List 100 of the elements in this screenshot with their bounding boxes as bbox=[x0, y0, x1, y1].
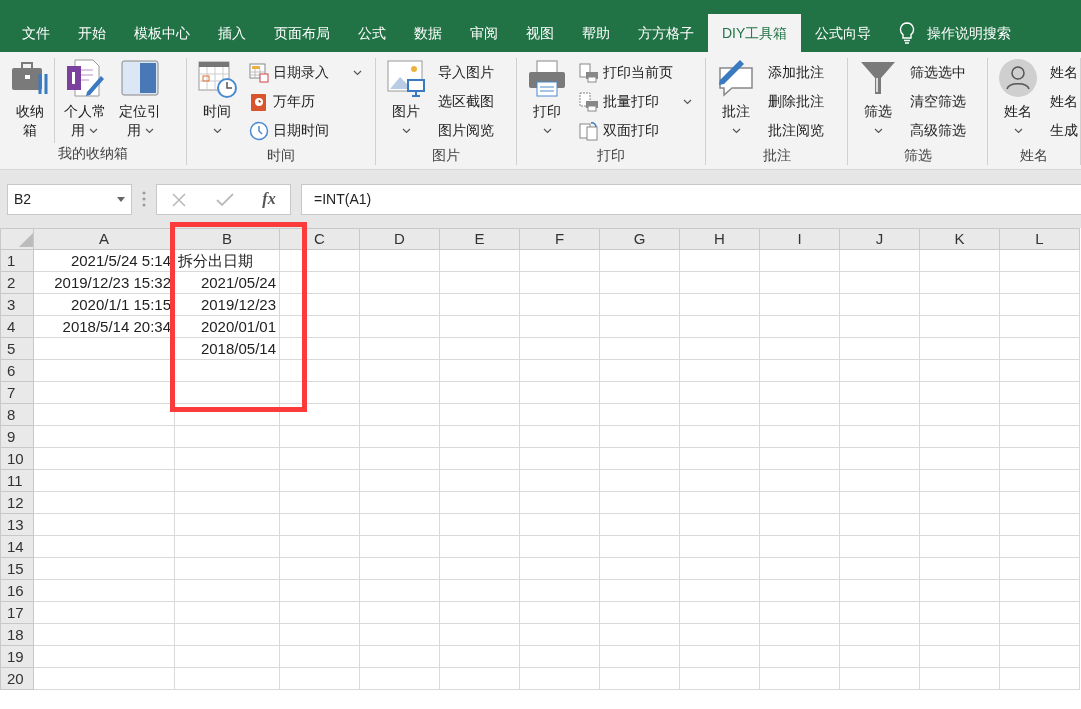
row-header[interactable]: 5 bbox=[0, 337, 34, 360]
ribbon-button[interactable]: 收纳箱 bbox=[6, 58, 55, 143]
ribbon-button[interactable]: 姓名 bbox=[1046, 58, 1081, 87]
calendar-grid-icon bbox=[249, 62, 269, 83]
ribbon-button[interactable]: 打印当前页 bbox=[575, 58, 696, 87]
row-header[interactable]: 2 bbox=[0, 271, 34, 294]
ribbon-button[interactable]: 姓名 bbox=[1046, 87, 1081, 116]
row-header[interactable]: 14 bbox=[0, 535, 34, 558]
printer-page-icon bbox=[579, 91, 599, 112]
ribbon-button[interactable]: 选区截图 bbox=[434, 87, 498, 116]
column-header[interactable]: H bbox=[679, 228, 760, 250]
caret-icon bbox=[873, 128, 883, 135]
formula-field[interactable]: =INT(A1) bbox=[301, 183, 1081, 215]
double-page-icon bbox=[579, 120, 599, 141]
ribbon-tab[interactable]: 模板中心 bbox=[120, 14, 204, 52]
ribbon-tab[interactable]: 公式向导 bbox=[801, 14, 886, 52]
ribbon-tab[interactable]: 文件 bbox=[8, 14, 64, 52]
column-header[interactable]: J bbox=[839, 228, 920, 250]
ribbon-button[interactable]: 姓名 bbox=[994, 58, 1042, 145]
column-header[interactable]: G bbox=[599, 228, 680, 250]
row-header[interactable]: 10 bbox=[0, 447, 34, 470]
close-icon bbox=[171, 191, 188, 208]
row-header[interactable]: 20 bbox=[0, 667, 34, 690]
row-header[interactable]: 11 bbox=[0, 469, 34, 492]
ribbon-button[interactable]: 图片阅览 bbox=[434, 116, 498, 145]
column-header[interactable]: L bbox=[999, 228, 1080, 250]
group-label: 我的收纳箱 bbox=[57, 144, 129, 163]
column-header[interactable]: I bbox=[759, 228, 840, 250]
calendar-clock-icon bbox=[197, 58, 237, 98]
group-label: 批注 bbox=[761, 146, 792, 165]
comment-pencil-icon bbox=[716, 58, 756, 98]
ribbon-button[interactable]: 个人常用 bbox=[59, 58, 111, 143]
row-header[interactable]: 6 bbox=[0, 359, 34, 382]
ribbon-tab[interactable]: 审阅 bbox=[456, 14, 512, 52]
ribbon-tab[interactable]: 页面布局 bbox=[260, 14, 344, 52]
ribbon-button[interactable]: 万年历 bbox=[245, 87, 366, 116]
row-header[interactable]: 1 bbox=[0, 249, 34, 272]
ribbon-button[interactable]: 添加批注 bbox=[764, 58, 828, 87]
column-header[interactable]: B bbox=[174, 228, 280, 250]
row-header[interactable]: 19 bbox=[0, 645, 34, 668]
cell-text: 拆分出日期 bbox=[174, 249, 280, 272]
row-header[interactable]: 9 bbox=[0, 425, 34, 448]
ribbon-tab[interactable]: 帮助 bbox=[568, 14, 624, 52]
row-header[interactable]: 12 bbox=[0, 491, 34, 514]
lightbulb-icon bbox=[899, 22, 916, 44]
ribbon-button[interactable]: 图片 bbox=[382, 58, 430, 145]
row-header[interactable]: 16 bbox=[0, 579, 34, 602]
row-header[interactable]: 17 bbox=[0, 601, 34, 624]
caret-icon bbox=[401, 128, 411, 135]
caret-icon bbox=[353, 70, 362, 77]
ribbon-tab[interactable]: 视图 bbox=[512, 14, 568, 52]
ribbon-button[interactable]: 高级筛选 bbox=[906, 116, 970, 145]
group-label: 打印 bbox=[596, 146, 626, 165]
search-label[interactable]: 操作说明搜索 bbox=[927, 22, 1012, 44]
ribbon-button[interactable]: 生成 bbox=[1046, 116, 1081, 145]
ribbon-tab[interactable]: 开始 bbox=[64, 14, 120, 52]
row-header[interactable]: 18 bbox=[0, 623, 34, 646]
ribbon-button[interactable]: 定位引用 bbox=[114, 58, 166, 143]
dropdown-arrow-icon bbox=[117, 196, 125, 202]
caret-icon bbox=[144, 128, 154, 135]
column-header[interactable]: K bbox=[919, 228, 1000, 250]
ribbon-button[interactable]: 筛选选中 bbox=[906, 58, 970, 87]
ribbon-button[interactable]: 时间 bbox=[193, 58, 241, 145]
ribbon-tab[interactable]: 数据 bbox=[400, 14, 456, 52]
ribbon-button[interactable]: 批量打印 bbox=[575, 87, 696, 116]
group-label: 图片 bbox=[431, 146, 461, 165]
ribbon-button[interactable]: 双面打印 bbox=[575, 116, 696, 145]
ribbon-tab[interactable]: 方方格子 bbox=[624, 14, 708, 52]
ribbon-button[interactable]: 删除批注 bbox=[764, 87, 828, 116]
insert-function-button[interactable]: fx bbox=[262, 187, 276, 211]
ribbon-button[interactable]: 批注 bbox=[712, 58, 760, 145]
ribbon-button[interactable]: 清空筛选 bbox=[906, 87, 970, 116]
column-header[interactable]: F bbox=[519, 228, 600, 250]
cell-text: 2018/05/14 bbox=[174, 337, 280, 360]
ribbon-button[interactable]: 导入图片 bbox=[434, 58, 498, 87]
book-icon bbox=[249, 91, 269, 112]
picture-icon bbox=[386, 58, 426, 98]
ribbon-tab[interactable]: DIY工具箱 bbox=[708, 14, 802, 52]
ribbon-button[interactable]: 日期时间 bbox=[245, 116, 366, 145]
column-header[interactable]: C bbox=[279, 228, 360, 250]
ribbon-button[interactable]: 打印 bbox=[523, 58, 571, 145]
document-pencil-icon bbox=[64, 58, 105, 98]
split-panel-icon bbox=[120, 58, 161, 98]
ribbon-button[interactable]: 筛选 bbox=[854, 58, 902, 145]
ribbon-button[interactable]: 批注阅览 bbox=[764, 116, 828, 145]
column-header[interactable]: D bbox=[359, 228, 440, 250]
row-header[interactable]: 15 bbox=[0, 557, 34, 580]
ribbon-tab[interactable]: 插入 bbox=[204, 14, 260, 52]
ribbon-button[interactable]: 日期录入 bbox=[245, 58, 366, 87]
row-header[interactable]: 8 bbox=[0, 403, 34, 426]
column-header[interactable]: E bbox=[439, 228, 520, 250]
ribbon-tab[interactable]: 公式 bbox=[344, 14, 400, 52]
person-avatar-icon bbox=[998, 58, 1038, 98]
row-header[interactable]: 4 bbox=[0, 315, 34, 338]
name-box[interactable]: B2 bbox=[7, 183, 132, 215]
cell-text: 2021/05/24 bbox=[174, 271, 280, 294]
row-header[interactable]: 13 bbox=[0, 513, 34, 536]
cell-text: 2019/12/23 bbox=[174, 293, 280, 316]
row-header[interactable]: 3 bbox=[0, 293, 34, 316]
row-header[interactable]: 7 bbox=[0, 381, 34, 404]
